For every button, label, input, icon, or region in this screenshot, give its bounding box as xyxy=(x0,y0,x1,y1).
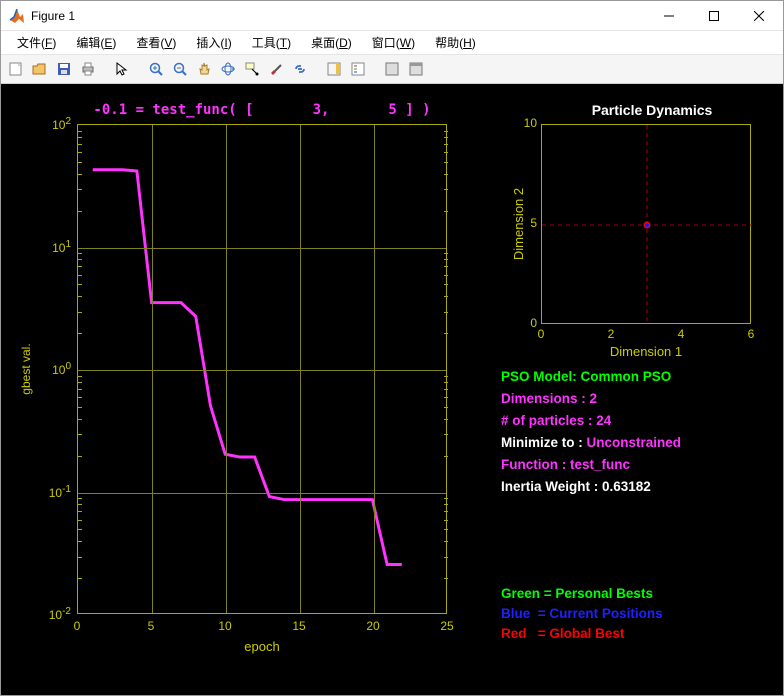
main-xtick: 25 xyxy=(432,619,462,633)
legend-button[interactable] xyxy=(347,58,369,80)
save-button[interactable] xyxy=(53,58,75,80)
main-xtick: 5 xyxy=(136,619,166,633)
rotate-3d-button[interactable] xyxy=(217,58,239,80)
main-xtick: 20 xyxy=(358,619,388,633)
part-ytick: 0 xyxy=(517,316,537,330)
open-button[interactable] xyxy=(29,58,51,80)
zoom-in-button[interactable] xyxy=(145,58,167,80)
menu-desktop[interactable]: 桌面(D) xyxy=(301,32,362,53)
pan-button[interactable] xyxy=(193,58,215,80)
maximize-button[interactable] xyxy=(691,1,736,30)
legend-green: Green = Personal Bests xyxy=(501,584,663,604)
info-panel: PSO Model: Common PSO Dimensions : 2 # o… xyxy=(501,366,681,498)
main-chart-axes[interactable] xyxy=(77,124,447,614)
main-chart-svg xyxy=(78,125,446,613)
show-tools-button[interactable] xyxy=(405,58,427,80)
particle-chart-svg xyxy=(542,125,752,325)
npart-label: # of particles : xyxy=(501,413,596,428)
particle-chart-title: Particle Dynamics xyxy=(541,102,763,118)
data-cursor-button[interactable] xyxy=(241,58,263,80)
legend-red: Red = Global Best xyxy=(501,624,663,644)
matlab-icon xyxy=(9,8,25,24)
func-label: Function : xyxy=(501,457,570,472)
figure-window: Figure 1 文件(F) 编辑(E) 查看(V) 插入(I) 工具(T) 桌… xyxy=(0,0,784,696)
main-ytick: 100 xyxy=(41,361,71,377)
func-value: test_func xyxy=(570,457,630,472)
toolbar xyxy=(1,55,783,84)
zoom-out-button[interactable] xyxy=(169,58,191,80)
print-button[interactable] xyxy=(77,58,99,80)
particle-chart-axes[interactable] xyxy=(541,124,751,324)
close-button[interactable] xyxy=(736,1,781,30)
part-xtick: 2 xyxy=(601,327,621,341)
brush-button[interactable] xyxy=(265,58,287,80)
menu-view[interactable]: 查看(V) xyxy=(126,32,186,53)
particle-chart-xlabel: Dimension 1 xyxy=(541,344,751,359)
link-button[interactable] xyxy=(289,58,311,80)
min-label: Minimize to : xyxy=(501,435,587,450)
menu-edit[interactable]: 编辑(E) xyxy=(66,32,126,53)
colorbar-button[interactable] xyxy=(323,58,345,80)
dims-label: Dimensions : xyxy=(501,391,590,406)
main-xtick: 15 xyxy=(284,619,314,633)
dims-value: 2 xyxy=(590,391,598,406)
part-ytick: 10 xyxy=(517,116,537,130)
part-xtick: 4 xyxy=(671,327,691,341)
legend-panel: Green = Personal Bests Blue = Current Po… xyxy=(501,584,663,644)
part-ytick: 5 xyxy=(517,216,537,230)
part-xtick: 6 xyxy=(741,327,761,341)
menu-help[interactable]: 帮助(H) xyxy=(425,32,486,53)
menu-window[interactable]: 窗口(W) xyxy=(362,32,425,53)
new-figure-button[interactable] xyxy=(5,58,27,80)
main-ytick: 102 xyxy=(41,116,71,132)
hide-tools-button[interactable] xyxy=(381,58,403,80)
figure-area: -0.1 = test_func( [ 3, 5 ] ) gbest val. … xyxy=(1,84,783,695)
model-label: PSO Model: xyxy=(501,369,581,384)
main-chart-title: -0.1 = test_func( [ 3, 5 ] ) xyxy=(77,102,447,118)
menu-file[interactable]: 文件(F) xyxy=(7,32,66,53)
menu-tools[interactable]: 工具(T) xyxy=(242,32,301,53)
title-bar: Figure 1 xyxy=(1,1,783,31)
main-chart-xlabel: epoch xyxy=(77,639,447,654)
inertia-label: Inertia Weight : xyxy=(501,479,602,494)
main-ytick: 101 xyxy=(41,239,71,255)
main-chart-ylabel: gbest val. xyxy=(19,124,35,614)
window-title: Figure 1 xyxy=(31,9,646,23)
pointer-button[interactable] xyxy=(111,58,133,80)
menu-insert[interactable]: 插入(I) xyxy=(186,32,241,53)
model-value: Common PSO xyxy=(581,369,672,384)
inertia-value: 0.63182 xyxy=(602,479,651,494)
npart-value: 24 xyxy=(596,413,611,428)
main-xtick: 10 xyxy=(210,619,240,633)
min-value: Unconstrained xyxy=(587,435,682,450)
main-ytick: 10-2 xyxy=(41,606,71,622)
minimize-button[interactable] xyxy=(646,1,691,30)
legend-blue: Blue = Current Positions xyxy=(501,604,663,624)
menu-bar: 文件(F) 编辑(E) 查看(V) 插入(I) 工具(T) 桌面(D) 窗口(W… xyxy=(1,31,783,55)
main-ytick: 10-1 xyxy=(41,484,71,500)
